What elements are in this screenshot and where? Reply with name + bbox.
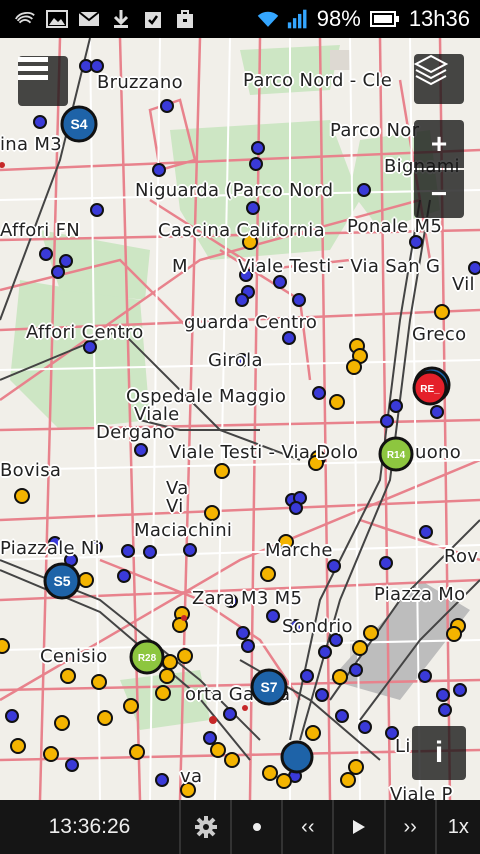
wifi-icon xyxy=(257,9,279,29)
plus-icon: + xyxy=(430,128,448,159)
rewind-icon: ‹‹ xyxy=(301,815,315,838)
forward-button[interactable]: ›› xyxy=(386,800,437,854)
place-label-piazzale: Piazzale Ni xyxy=(0,538,100,559)
play-icon xyxy=(352,820,365,834)
place-label-ponale: Ponale M5 xyxy=(347,216,443,237)
place-label-porta: orta Gariba xyxy=(185,684,291,705)
rewind-button[interactable]: ‹‹ xyxy=(283,800,335,854)
place-label-va2: va xyxy=(180,766,203,787)
playback-bar: 13:36:26 ‹‹ ›› 1x xyxy=(0,800,480,854)
status-bar: 98% 13h36 xyxy=(0,0,480,38)
menu-button[interactable] xyxy=(18,56,68,106)
place-label-parco-nord-2: Parco Nor xyxy=(330,120,420,141)
settings-button[interactable] xyxy=(181,800,233,854)
place-label-piazza-mo: Piazza Mo xyxy=(374,584,466,605)
place-label-dergano: Dergano xyxy=(96,422,175,443)
clipboard-check-icon xyxy=(142,9,164,29)
playback-time: 13:36:26 xyxy=(0,800,181,854)
minus-icon: − xyxy=(430,178,448,209)
place-label-guarda-centro: guarda Centro xyxy=(184,312,318,333)
place-label-sondrio: Sondrio xyxy=(282,616,353,637)
download-icon xyxy=(110,9,132,29)
place-label-uono: uono xyxy=(415,442,462,463)
place-label-niguarda: Niguarda (Parco Nord xyxy=(135,180,334,201)
carrier-swoosh-icon xyxy=(14,9,36,29)
layers-button[interactable] xyxy=(414,54,464,104)
place-label-rov: Rov xyxy=(444,546,479,567)
speed-button[interactable]: 1x xyxy=(437,800,480,854)
place-label-vil: Vil xyxy=(452,274,475,295)
zoom-in-button[interactable]: + xyxy=(414,120,464,168)
place-label-zara: Zara M3 M5 xyxy=(192,588,303,609)
place-label-marche: Marche xyxy=(265,540,333,561)
place-label-viale-testi-dolo: Viale Testi - Via Dolo xyxy=(169,442,359,463)
place-label-cascina: Cascina California xyxy=(158,220,325,241)
place-label-affori-centro: Affori Centro xyxy=(26,322,144,343)
place-label-greco: Greco xyxy=(412,324,467,345)
battery-icon xyxy=(369,9,401,29)
info-button[interactable]: i xyxy=(412,726,466,780)
layers-icon xyxy=(414,54,448,86)
place-label-li: Li xyxy=(395,736,411,757)
place-label-girola: Girola xyxy=(208,350,263,371)
place-label-viale-p: Viale P xyxy=(390,784,453,800)
status-clock: 13h36 xyxy=(408,6,470,31)
place-label-m: M xyxy=(172,256,188,277)
transit-map[interactable]: Bruzzano Parco Nord - Cle ina M3 Parco N… xyxy=(0,38,480,800)
briefcase-icon xyxy=(174,9,196,29)
battery-percent: 98% xyxy=(316,6,361,31)
hamburger-icon xyxy=(18,57,48,80)
place-label-ina-m3: ina M3 xyxy=(0,134,62,155)
place-label-cenisio: Cenisio xyxy=(40,646,108,667)
place-label-affori-fn: Affori FN xyxy=(0,220,80,241)
place-label-viale-testi-san: Viale Testi - Via San G xyxy=(238,256,441,277)
place-label-bovisa: Bovisa xyxy=(0,460,62,481)
place-label-maciachini: Maciachini xyxy=(134,520,233,541)
place-label-bruzzano: Bruzzano xyxy=(97,72,183,93)
dot-icon xyxy=(252,823,261,831)
place-label-parco-nord-cle: Parco Nord - Cle xyxy=(243,70,393,91)
record-button[interactable] xyxy=(232,800,284,854)
place-label-vi: Vi xyxy=(166,496,184,517)
info-icon: i xyxy=(434,736,444,769)
signal-icon xyxy=(287,9,309,29)
speed-label: 1x xyxy=(447,815,469,838)
gear-icon xyxy=(194,816,217,838)
zoom-out-button[interactable]: − xyxy=(414,170,464,218)
mail-icon xyxy=(78,9,100,29)
image-icon xyxy=(46,9,68,29)
play-button[interactable] xyxy=(334,800,386,854)
forward-icon: ›› xyxy=(403,815,417,838)
